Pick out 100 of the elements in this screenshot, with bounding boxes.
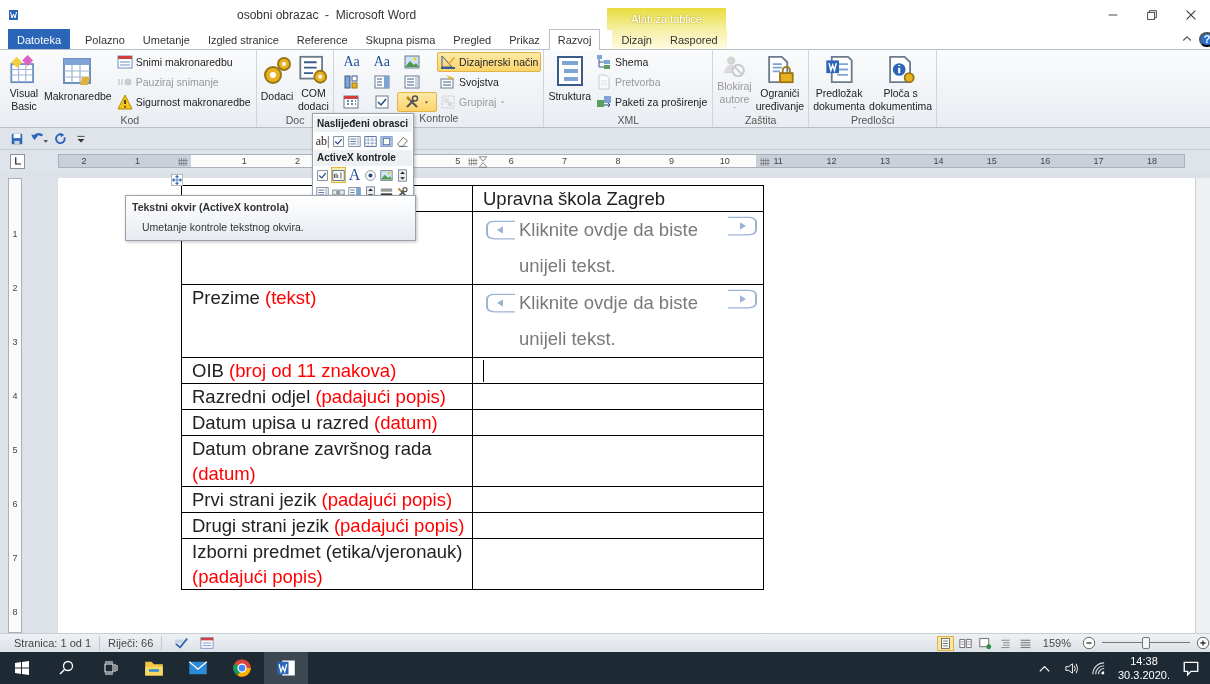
tooltip-text: Umetanje kontrole tekstnog okvira. xyxy=(141,221,305,233)
menu-heading: Naslijeđeni obrasci xyxy=(314,116,412,132)
vertical-scrollbar[interactable] xyxy=(1195,178,1210,633)
ribbon-button[interactable]: Aa xyxy=(336,52,367,72)
ribbon-button[interactable]: Dodaci xyxy=(258,52,296,114)
ribbon-button[interactable] xyxy=(397,92,438,112)
ribbon-button[interactable]: Paketi za proširenje xyxy=(593,92,711,112)
ribbon-tab[interactable]: Pregled xyxy=(444,29,501,49)
ruler-number: 5 xyxy=(11,445,19,455)
ribbon-tab[interactable]: Izgled stranice xyxy=(198,29,288,49)
network-icon[interactable] xyxy=(1091,660,1106,676)
menu-item[interactable] xyxy=(315,167,330,183)
view-button[interactable] xyxy=(976,635,994,651)
ruler-pencil-icon xyxy=(440,54,457,70)
tab-stop-selector[interactable] xyxy=(10,153,25,169)
windows-start-icon[interactable] xyxy=(14,660,30,676)
group-label: Kontrole xyxy=(419,112,459,126)
ribbon-button[interactable]: Sigurnost makronaredbe xyxy=(113,92,254,112)
macro-record-icon[interactable] xyxy=(200,636,215,650)
ruler-number: 13 xyxy=(879,155,891,167)
group-icon xyxy=(440,94,457,110)
reading-view-icon xyxy=(958,636,972,650)
clock-date[interactable]: 30.3.2020. xyxy=(1118,668,1170,682)
menu-item[interactable] xyxy=(363,167,378,183)
view-button[interactable] xyxy=(936,635,954,651)
field-label: Drugi strani jezik xyxy=(192,515,329,536)
menu-item[interactable]: ab| xyxy=(315,133,330,149)
ribbon-tab[interactable]: Umetanje xyxy=(133,29,199,49)
ribbon-button[interactable]: Svojstva xyxy=(437,72,542,92)
field-label: Datum obrane završnog rada xyxy=(192,438,432,459)
proofing-icon[interactable] xyxy=(174,636,189,650)
ribbon-tab[interactable]: Polazno xyxy=(76,29,134,49)
list-box-icon xyxy=(348,134,361,148)
tag-start-icon[interactable] xyxy=(485,220,517,240)
ribbon-button[interactable]: Snimi makronaredbu xyxy=(113,52,254,72)
task-view-icon[interactable] xyxy=(102,660,118,676)
taskbar-button[interactable] xyxy=(264,652,308,684)
ribbon-tab[interactable]: Razvoj xyxy=(548,29,601,50)
zoom-out-icon[interactable] xyxy=(1082,636,1096,650)
page-count[interactable]: Stranica: 1 od 1 xyxy=(6,635,101,651)
ruler-number: 1 xyxy=(240,155,248,167)
zoom-slider-thumb[interactable] xyxy=(1142,637,1150,649)
list-gear-icon xyxy=(297,55,330,84)
ribbon-button[interactable]: Ograniči uređivanje xyxy=(753,52,807,114)
ruler-number: 18 xyxy=(1146,155,1158,167)
checkbox-icon xyxy=(316,168,329,182)
indent-marker-icon[interactable] xyxy=(477,156,489,168)
ruler-number: 8 xyxy=(11,607,19,617)
search-icon[interactable] xyxy=(58,660,74,676)
move-handle-icon[interactable] xyxy=(171,174,183,186)
ribbon-button[interactable]: Dizajnerski način xyxy=(437,52,542,72)
ribbon-tab[interactable]: Reference xyxy=(287,29,357,49)
ribbon-button[interactable]: Makronaredbe xyxy=(42,52,114,114)
ribbon-button[interactable]: Predložak dokumenta xyxy=(811,52,868,114)
checkbox-icon xyxy=(373,94,390,110)
column-marker-icon[interactable] xyxy=(177,156,189,168)
ribbon-button[interactable]: COM dodaci xyxy=(295,52,332,114)
save-icon[interactable] xyxy=(10,131,24,146)
column-marker-icon[interactable] xyxy=(467,156,479,168)
field-hint: (padajući popis) xyxy=(315,386,446,407)
ruler-number: 15 xyxy=(985,155,998,167)
context-tab-group-label: Alati za tablice xyxy=(607,8,726,30)
ruler-number: 2 xyxy=(80,155,88,167)
ruler-number: 3 xyxy=(11,337,19,347)
field-label: Prezime xyxy=(192,287,260,308)
group-label: Predlošci xyxy=(851,114,895,127)
ribbon-tab[interactable]: Skupna pisma xyxy=(356,29,445,49)
ribbon-button[interactable]: Ploča s dokumentima xyxy=(867,52,935,114)
frame-icon xyxy=(364,134,377,148)
ribbon-button[interactable]: Struktura xyxy=(546,52,594,114)
clock-time[interactable]: 14:38 xyxy=(1130,654,1158,668)
tag-start-icon[interactable] xyxy=(485,293,517,313)
ribbon-tab[interactable]: Dizajn xyxy=(612,29,661,49)
ruler-number: 2 xyxy=(294,155,302,167)
properties-icon xyxy=(440,74,457,90)
group-label: XML xyxy=(617,114,640,127)
menu-item[interactable] xyxy=(395,167,410,183)
gears-icon xyxy=(261,55,294,87)
menu-item[interactable] xyxy=(331,133,346,149)
ribbon-button[interactable]: Shema xyxy=(593,52,711,72)
help-button[interactable]: ? xyxy=(1199,31,1210,47)
menu-item[interactable] xyxy=(331,167,346,183)
field-hint: (padajući popis) xyxy=(333,515,465,536)
notification-icon[interactable] xyxy=(1182,659,1200,677)
zoom-level[interactable]: 159% xyxy=(1042,637,1071,649)
ribbon-button[interactable]: Visual Basic xyxy=(6,52,42,114)
word-count[interactable]: Riječi: 66 xyxy=(100,635,163,651)
redo-icon[interactable] xyxy=(54,131,68,146)
ribbon-tab[interactable]: Prikaz xyxy=(500,29,549,49)
zoom-in-icon[interactable] xyxy=(1196,636,1210,650)
speaker-icon[interactable] xyxy=(1064,660,1079,676)
menu-item[interactable]: A xyxy=(347,167,362,183)
ribbon-tab[interactable]: Datoteka xyxy=(8,29,71,49)
ribbon-button[interactable]: Aa xyxy=(366,52,398,72)
shading-icon xyxy=(380,134,393,148)
column-marker-icon[interactable] xyxy=(759,156,771,168)
spin-button-icon xyxy=(396,168,409,182)
ruler-number: 6 xyxy=(507,155,515,167)
ruler-number: 14 xyxy=(932,155,945,167)
ruler-number: 8 xyxy=(614,155,622,167)
